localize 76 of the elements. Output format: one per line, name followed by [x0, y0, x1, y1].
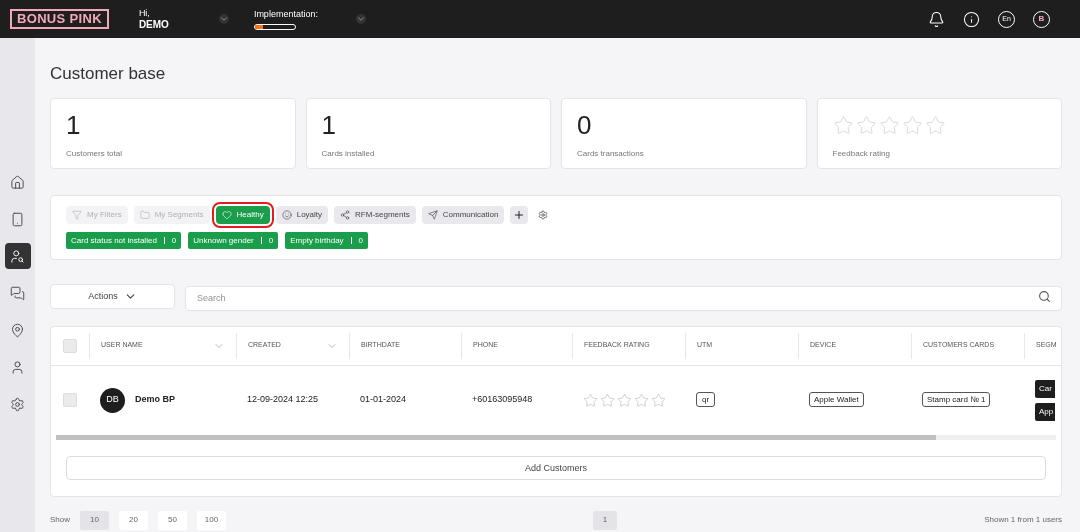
filter-tab[interactable]: Communication — [421, 206, 505, 224]
folder-icon — [139, 210, 150, 220]
logo[interactable]: BONUS PINK — [10, 9, 109, 29]
stat-value: 1 — [321, 111, 337, 139]
page-size-option[interactable]: 20 — [119, 510, 148, 530]
settings-icon — [10, 396, 25, 412]
star-icon — [924, 114, 946, 136]
phone-number: +60163095948 — [472, 394, 533, 405]
segment-label: Unknown gender — [193, 234, 254, 247]
greeting-text: Hi, — [138, 7, 151, 19]
location-pin-icon — [10, 322, 25, 338]
chevron-down-icon[interactable] — [218, 14, 229, 24]
stat-value: 0 — [577, 111, 593, 139]
add-filter-button[interactable] — [510, 206, 529, 224]
filter-icon — [72, 210, 82, 220]
implementation-label: Implementation: — [253, 7, 318, 21]
horizontal-scrollbar[interactable] — [56, 434, 1056, 440]
stat-label: Feedback rating — [832, 148, 891, 160]
star-icon — [855, 114, 877, 136]
utm-tag: qr — [696, 392, 716, 408]
user-icon — [10, 359, 25, 375]
smile-icon — [281, 210, 292, 220]
search-field[interactable]: Search — [185, 285, 1062, 311]
segment-count: 0 — [268, 234, 274, 247]
home-icon — [10, 174, 25, 190]
stat-label: Customers total — [66, 148, 124, 160]
page-title: Customer base — [50, 64, 167, 84]
star-icon — [600, 392, 615, 408]
customers-icon — [10, 248, 25, 264]
segment-label: Empty birthday — [290, 234, 344, 247]
segment-label: Card status not installed — [71, 234, 157, 247]
customer-name[interactable]: Demo BP — [135, 393, 175, 407]
star-icon — [878, 114, 900, 136]
star-icon — [832, 114, 854, 136]
row-checkbox[interactable] — [63, 393, 77, 407]
select-all-checkbox[interactable] — [63, 338, 77, 353]
send-icon — [427, 210, 438, 220]
notification-bell-icon[interactable] — [928, 10, 945, 28]
results-summary: Shown 1 from 1 users — [984, 514, 1062, 526]
created-date: 12-09-2024 12:25 — [247, 394, 319, 405]
sidebar-item[interactable] — [4, 243, 31, 269]
info-icon[interactable] — [963, 10, 980, 28]
stat-value: 1 — [66, 111, 82, 139]
star-icon — [617, 392, 632, 408]
user-name: DEMO — [138, 19, 169, 31]
actions-dropdown[interactable]: Actions — [50, 284, 175, 309]
stat-label: Cards transactions — [577, 148, 645, 160]
add-customers-button[interactable]: Add Customers — [66, 456, 1046, 481]
star-icon — [583, 392, 598, 408]
nodes-icon — [340, 210, 351, 220]
filter-tab[interactable]: RFM-segments — [334, 206, 416, 224]
segment-tag: Car — [1035, 379, 1056, 398]
plus-icon — [513, 209, 526, 221]
segment-count: 0 — [171, 234, 177, 247]
page-size-option[interactable]: 50 — [158, 510, 187, 530]
show-label: Show — [50, 514, 70, 526]
stat-label: Cards installed — [321, 148, 376, 160]
page-size-option[interactable]: 100 — [197, 510, 226, 530]
settings-icon[interactable] — [538, 210, 549, 220]
star-icon — [634, 392, 649, 408]
birth-date: 01-01-2024 — [360, 394, 407, 405]
filter-tab[interactable]: Loyalty — [275, 206, 329, 224]
star-icon — [901, 114, 923, 136]
segment-count: 0 — [358, 234, 364, 247]
avatar-initials: DB — [100, 387, 125, 413]
page-number[interactable]: 1 — [593, 510, 618, 530]
search-icon[interactable] — [1038, 290, 1051, 303]
chevron-down-icon[interactable] — [355, 14, 366, 24]
segment-tag: App — [1035, 402, 1056, 421]
chat-icon — [10, 285, 25, 301]
page-size-option[interactable]: 10 — [80, 510, 109, 530]
heart-icon — [221, 210, 232, 220]
card-tag: Stamp card № 1 — [922, 392, 991, 408]
phone-icon — [10, 211, 25, 227]
star-icon — [651, 392, 666, 408]
device-tag: Apple Wallet — [809, 392, 864, 408]
